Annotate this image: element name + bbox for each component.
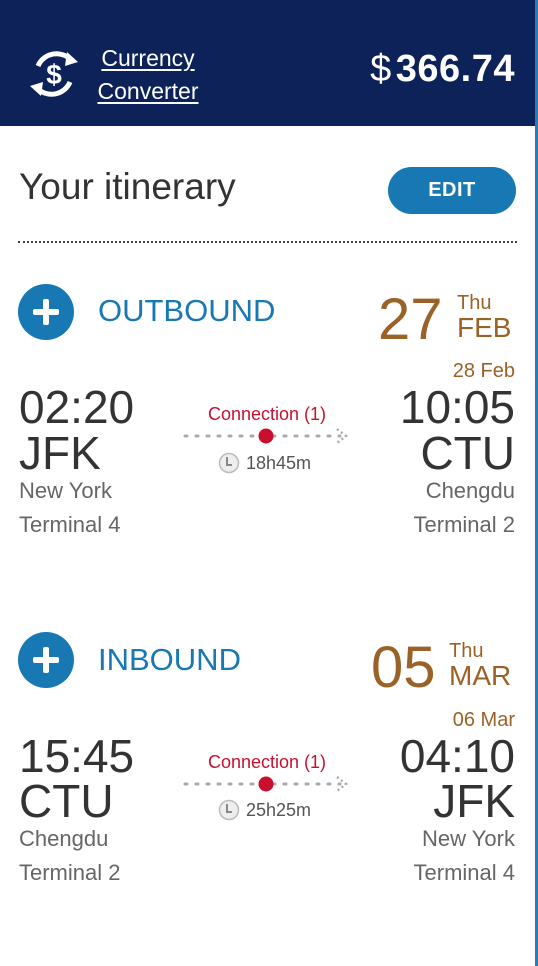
currency-link-line1[interactable]: Currency — [88, 42, 208, 75]
inbound-depart-terminal: Terminal 2 — [19, 860, 121, 885]
outbound-depart-city: New York — [19, 478, 112, 503]
currency-converter-link[interactable]: Currency Converter — [88, 42, 208, 108]
total-price: $366.74 — [370, 48, 515, 91]
inbound-arrive-terminal: Terminal 4 — [413, 860, 515, 885]
inbound-arrival-date: 06 Mar — [452, 709, 515, 731]
expand-inbound-icon[interactable] — [18, 632, 74, 688]
outbound-label: OUTBOUND — [98, 293, 276, 328]
outbound-duration: 18h45m — [182, 451, 352, 475]
inbound-duration: 25h25m — [182, 798, 352, 822]
outbound-depart-terminal: Terminal 4 — [19, 512, 121, 537]
outbound-route-track — [183, 428, 349, 444]
outbound-depart-code: JFK — [19, 427, 101, 479]
inbound-arrive-time: 04:10 — [399, 730, 515, 782]
outbound-depart-time: 02:20 — [19, 381, 135, 433]
inbound-arrive-city: New York — [422, 826, 515, 851]
inbound-month: MAR — [449, 660, 512, 691]
inbound-route-track — [183, 776, 349, 792]
currency-symbol: $ — [370, 48, 392, 90]
clock-icon — [218, 799, 240, 821]
svg-text:$: $ — [46, 59, 62, 90]
inbound-connection[interactable]: Connection (1) — [182, 752, 352, 773]
inbound-arrive-code: JFK — [433, 775, 515, 827]
outbound-arrive-code: CTU — [420, 427, 515, 479]
outbound-month: FEB — [457, 312, 512, 343]
divider — [18, 241, 517, 243]
outbound-arrive-terminal: Terminal 2 — [413, 512, 515, 537]
price-value: 366.74 — [395, 48, 515, 90]
clock-icon — [218, 452, 240, 474]
currency-exchange-icon[interactable]: $ — [24, 44, 84, 104]
app-header: $ Currency Converter $366.74 — [0, 0, 535, 126]
inbound-duration-text: 25h25m — [246, 800, 312, 820]
outbound-day: 27 — [378, 287, 443, 352]
outbound-connection[interactable]: Connection (1) — [182, 404, 352, 425]
inbound-depart-code: CTU — [19, 775, 114, 827]
inbound-depart-time: 15:45 — [19, 730, 135, 782]
inbound-day: 05 — [371, 635, 436, 700]
inbound-label: INBOUND — [98, 642, 241, 677]
inbound-depart-city: Chengdu — [19, 826, 109, 851]
currency-link-line2[interactable]: Converter — [88, 75, 208, 108]
outbound-arrive-city: Chengdu — [425, 478, 515, 503]
page-title: Your itinerary — [19, 166, 236, 207]
expand-outbound-icon[interactable] — [18, 284, 74, 340]
outbound-duration-text: 18h45m — [246, 453, 312, 473]
outbound-arrive-time: 10:05 — [399, 381, 515, 433]
outbound-arrival-date: 28 Feb — [452, 360, 515, 382]
edit-button[interactable]: EDIT — [388, 167, 516, 214]
